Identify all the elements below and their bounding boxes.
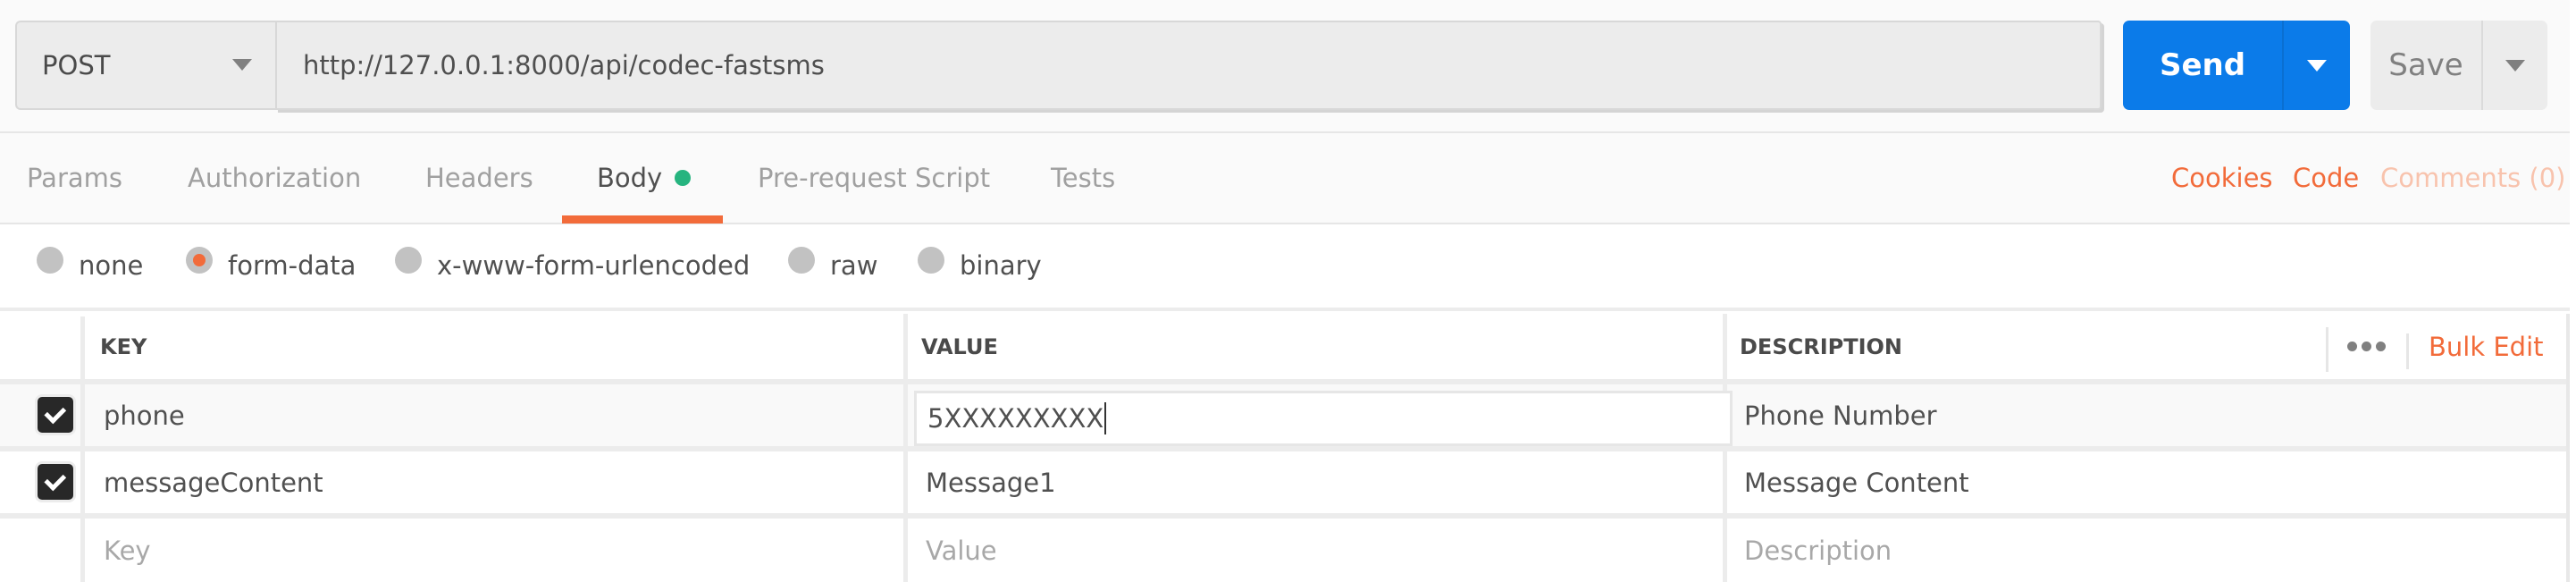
radio-x-www-form-urlencoded[interactable]: x-www-form-urlencoded	[395, 224, 750, 307]
body-type-selector: none form-data x-www-form-urlencoded raw…	[0, 224, 2570, 311]
send-button[interactable]: Send	[2123, 21, 2284, 110]
value-input[interactable]: 5XXXXXXXXX	[914, 391, 1733, 446]
key-cell[interactable]: phone	[104, 384, 185, 446]
save-button-group: Save	[2370, 21, 2547, 110]
form-data-table: KEY VALUE DESCRIPTION Bulk Edit phone 5X…	[0, 314, 2570, 582]
divider	[2326, 327, 2328, 372]
column-divider	[80, 451, 85, 513]
radio-form-data[interactable]: form-data	[186, 224, 356, 307]
request-bar: POST Send Save	[0, 0, 2570, 133]
divider	[2406, 333, 2409, 369]
new-value-input[interactable]: Value	[926, 519, 997, 582]
column-divider	[80, 316, 85, 379]
value-cell[interactable]: Message1	[926, 451, 1056, 513]
radio-raw[interactable]: raw	[788, 224, 877, 307]
row-enabled-checkbox[interactable]	[38, 397, 73, 433]
column-divider	[903, 384, 908, 446]
column-divider	[903, 314, 908, 379]
radio-label: none	[79, 250, 144, 281]
column-divider	[903, 451, 908, 513]
tab-tests[interactable]: Tests	[1051, 133, 1115, 223]
cookies-link[interactable]: Cookies	[2171, 133, 2273, 223]
radio-icon	[918, 247, 944, 274]
url-field[interactable]	[275, 21, 2102, 110]
send-options-button[interactable]	[2284, 21, 2350, 110]
column-divider	[1723, 451, 1727, 513]
method-value: POST	[42, 50, 111, 80]
column-divider	[903, 519, 908, 582]
tab-authorization[interactable]: Authorization	[188, 133, 361, 223]
url-input[interactable]	[301, 49, 2100, 81]
radio-label: raw	[830, 250, 878, 281]
tab-body[interactable]: Body	[597, 133, 692, 223]
table-row-new: Key Value Description	[0, 519, 2566, 582]
column-divider	[80, 384, 85, 446]
description-cell[interactable]: Phone Number	[1744, 384, 1937, 446]
active-tab-indicator	[562, 215, 723, 224]
key-cell[interactable]: messageContent	[104, 451, 323, 513]
more-options-button[interactable]	[2347, 314, 2386, 379]
tab-params[interactable]: Params	[27, 133, 122, 223]
chevron-down-icon	[232, 59, 252, 71]
tab-pre-request-script[interactable]: Pre-request Script	[758, 133, 990, 223]
bulk-edit-link[interactable]: Bulk Edit	[2429, 314, 2544, 379]
save-button[interactable]: Save	[2370, 21, 2483, 110]
table-row: phone 5XXXXXXXXX Phone Number	[0, 384, 2566, 451]
method-select[interactable]: POST	[15, 21, 275, 110]
radio-none[interactable]: none	[37, 224, 143, 307]
radio-icon	[788, 247, 815, 274]
radio-label: binary	[960, 250, 1042, 281]
code-link[interactable]: Code	[2293, 133, 2359, 223]
description-cell[interactable]: Message Content	[1744, 451, 1969, 513]
ellipsis-icon	[2376, 342, 2386, 351]
value-text: 5XXXXXXXXX	[927, 403, 1104, 434]
radio-label: form-data	[228, 250, 357, 281]
radio-selected-icon	[186, 247, 213, 274]
request-tabs: Params Authorization Headers Body Pre-re…	[0, 133, 2570, 224]
column-divider	[1723, 314, 1727, 379]
new-description-input[interactable]: Description	[1744, 519, 1892, 582]
comments-link[interactable]: Comments (0)	[2380, 133, 2566, 223]
column-divider	[80, 519, 85, 582]
new-key-input[interactable]: Key	[104, 519, 151, 582]
radio-binary[interactable]: binary	[918, 224, 1042, 307]
header-description: DESCRIPTION	[1740, 333, 1903, 359]
chevron-down-icon	[2307, 59, 2327, 72]
ellipsis-icon	[2347, 342, 2357, 351]
text-cursor	[1104, 402, 1107, 434]
save-options-button[interactable]	[2483, 21, 2547, 110]
header-value: VALUE	[921, 333, 998, 359]
ellipsis-icon	[2362, 342, 2371, 351]
radio-label: x-www-form-urlencoded	[437, 250, 751, 281]
row-enabled-checkbox[interactable]	[38, 464, 73, 500]
tab-body-label: Body	[597, 163, 663, 193]
radio-icon	[37, 247, 63, 274]
tab-headers[interactable]: Headers	[425, 133, 533, 223]
body-indicator-dot-icon	[675, 170, 692, 186]
send-button-group: Send	[2123, 21, 2350, 110]
radio-icon	[395, 247, 422, 274]
column-divider	[1723, 519, 1727, 582]
table-header: KEY VALUE DESCRIPTION Bulk Edit	[0, 314, 2566, 384]
header-key: KEY	[100, 333, 147, 359]
table-row: messageContent Message1 Message Content	[0, 451, 2566, 519]
chevron-down-icon	[2505, 59, 2525, 72]
